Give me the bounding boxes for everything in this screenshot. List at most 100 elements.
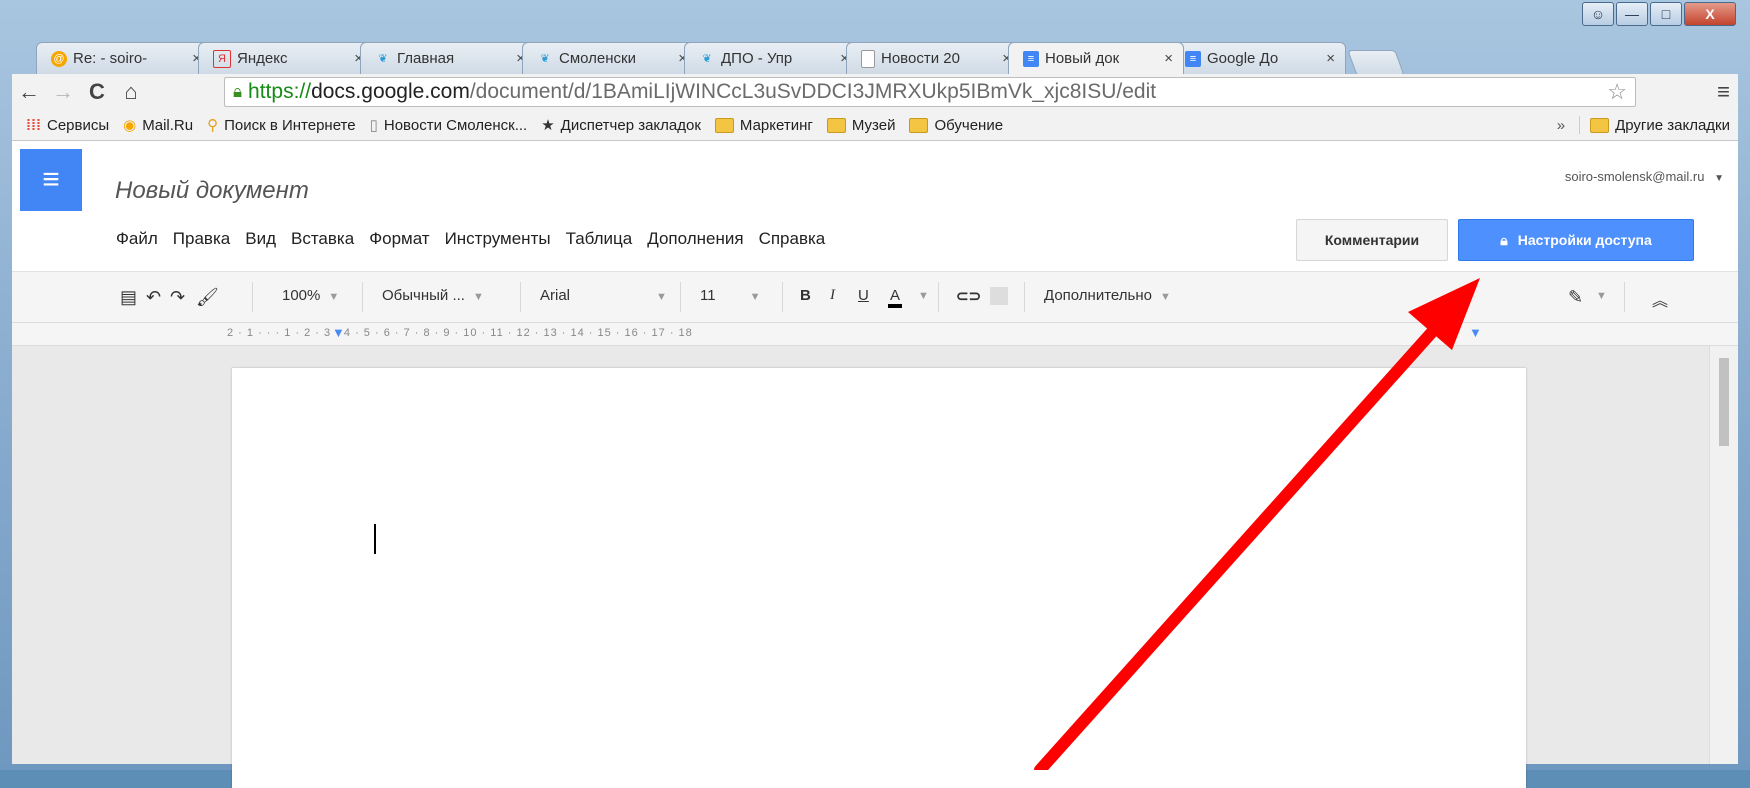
ruler[interactable]: 2 · 1 · · · 1 · 2 · 3 · 4 · 5 · 6 · 7 · … [12, 323, 1738, 346]
collapse-icon[interactable]: ︽ [1652, 287, 1668, 311]
bookmark-label: Другие закладки [1615, 116, 1730, 134]
lock-icon: 🔒︎ [233, 82, 243, 101]
format-toolbar: ▤ ↶ ↷ 🖌︎ 100% ▼ Обычный ... ▼ Arial ▼ 11 ▼ B… [12, 272, 1738, 323]
tab-label: Re: - soiro- [73, 50, 148, 67]
print-icon[interactable]: ▤ [120, 287, 137, 308]
account-switcher[interactable]: soiro-smolensk@mail.ru ▼ [1565, 169, 1724, 184]
bookmarks-right: » Другие закладки [1557, 116, 1730, 134]
apps-icon: ⁞⁞⁞ [26, 116, 41, 134]
site-icon: ❦ [540, 53, 550, 65]
docs-menu-bar: Файл Правка Вид Вставка Формат Инструмен… [116, 229, 840, 249]
folder-icon [714, 117, 734, 133]
more-bookmarks-button[interactable]: » [1557, 117, 1565, 134]
browser-toolbar: ← → C ⌂ 🔒︎ https://docs.google.com/docum… [12, 74, 1738, 110]
more-select[interactable]: Дополнительно ▼ [1044, 287, 1171, 304]
url-scheme: https:// [248, 80, 312, 103]
scrollbar[interactable] [1709, 346, 1738, 764]
comments-button[interactable]: Комментарии [1296, 219, 1448, 261]
text-cursor [374, 524, 376, 554]
bookmark-search[interactable]: ⚲ Поиск в Интернете [207, 116, 356, 135]
mail-ru-icon: @ [51, 50, 67, 67]
divider [782, 282, 783, 312]
new-tab-button[interactable] [1347, 50, 1405, 76]
redo-icon[interactable]: ↷ [170, 287, 185, 308]
share-button[interactable]: 🔒︎ Настройки доступа [1458, 219, 1694, 261]
bold-button[interactable]: B [800, 287, 811, 304]
scrollbar-thumb[interactable] [1719, 358, 1729, 446]
zoom-select[interactable]: 100% ▼ [282, 287, 339, 304]
font-select[interactable]: Arial ▼ [540, 287, 667, 304]
document-title[interactable]: Новый документ [115, 177, 309, 205]
reload-icon[interactable]: C [80, 79, 114, 105]
menu-help[interactable]: Справка [759, 229, 826, 249]
link-icon[interactable]: ⊂⊃ [956, 287, 981, 305]
undo-icon[interactable]: ↶ [146, 287, 161, 308]
tab-label: Смоленски [559, 50, 636, 67]
tab-main[interactable]: ❦ Главная × [360, 42, 536, 74]
bookmark-label: Музей [851, 116, 896, 134]
folder-icon [909, 117, 929, 133]
bookmark-museum[interactable]: Музей [826, 116, 896, 134]
home-icon[interactable]: ⌂ [114, 79, 148, 105]
bookmark-news[interactable]: ▯ Новости Смоленск... [370, 116, 528, 135]
italic-button[interactable]: I [830, 287, 835, 304]
close-button[interactable]: X [1684, 2, 1736, 26]
divider [520, 282, 521, 312]
tab-google-docs[interactable]: ≡ Google До × [1170, 42, 1346, 74]
tab-yandex[interactable]: Я Яндекс × [198, 42, 374, 74]
docs-home-icon[interactable]: ≡ [20, 149, 82, 211]
bookmark-mailru[interactable]: ◉ Mail.Ru [123, 116, 193, 135]
underline-button[interactable]: U [858, 287, 869, 304]
close-tab-icon[interactable]: × [1164, 50, 1173, 67]
forward-icon[interactable]: → [46, 79, 80, 105]
paint-format-icon[interactable]: 🖌︎ [196, 287, 219, 308]
tab-mail[interactable]: @ Re: - soiro- × [36, 42, 212, 74]
tab-new-document[interactable]: ≡ Новый док × [1008, 42, 1184, 74]
menu-table[interactable]: Таблица [566, 229, 633, 249]
bookmark-manager[interactable]: ★ Диспетчер закладок [541, 116, 701, 135]
text-color-button[interactable]: A [888, 287, 903, 308]
bookmark-star-icon[interactable]: ☆ [1607, 79, 1627, 105]
chrome-menu-icon[interactable]: ≡ [1717, 79, 1730, 105]
tab-news[interactable]: Новости 20 × [846, 42, 1022, 74]
font-size-value: 11 [700, 287, 716, 304]
bookmark-services[interactable]: ⁞⁞⁞ Сервисы [26, 117, 109, 134]
menu-insert[interactable]: Вставка [291, 229, 354, 249]
close-tab-icon[interactable]: × [1326, 50, 1335, 67]
site-icon: ❦ [378, 53, 388, 65]
bookmark-marketing[interactable]: Маркетинг [714, 116, 813, 134]
dropdown-icon: ▼ [328, 291, 340, 303]
menu-view[interactable]: Вид [245, 229, 276, 249]
menu-addons[interactable]: Дополнения [647, 229, 743, 249]
pencil-icon[interactable]: ✎ [1568, 287, 1583, 308]
chevron-down-icon[interactable]: ▼ [918, 290, 929, 302]
bookmarks-bar: ⁞⁞⁞ Сервисы ◉ Mail.Ru ⚲ Поиск в Интернет… [12, 110, 1738, 141]
indent-marker-icon[interactable]: ▼ [1469, 325, 1482, 340]
document-page[interactable] [232, 368, 1526, 788]
menu-file[interactable]: Файл [116, 229, 158, 249]
tab-dpo[interactable]: ❦ ДПО - Упр × [684, 42, 860, 74]
divider [1024, 282, 1025, 312]
menu-tools[interactable]: Инструменты [445, 229, 551, 249]
bookmark-education[interactable]: Обучение [909, 117, 1003, 134]
bookmark-other[interactable]: Другие закладки [1590, 117, 1730, 134]
chevron-down-icon[interactable]: ▼ [1596, 290, 1607, 302]
menu-format[interactable]: Формат [369, 229, 429, 249]
bookmark-label: Маркетинг [739, 116, 813, 134]
maximize-button[interactable]: □ [1650, 2, 1682, 26]
search-icon: ⚲ [207, 117, 219, 134]
tab-smolensk[interactable]: ❦ Смоленски × [522, 42, 698, 74]
folder-icon [826, 117, 846, 133]
star-icon: ★ [541, 117, 555, 134]
indent-marker-icon[interactable]: ▼ [332, 325, 345, 340]
style-select[interactable]: Обычный ... ▼ [382, 287, 484, 304]
font-size-select[interactable]: 11 ▼ [700, 287, 760, 304]
comment-icon[interactable] [990, 287, 1008, 305]
address-bar[interactable]: 🔒︎ https://docs.google.com/document/d/1B… [224, 77, 1636, 107]
user-icon[interactable]: ☺ [1582, 2, 1614, 26]
back-icon[interactable]: ← [12, 79, 46, 105]
minimize-button[interactable]: — [1616, 2, 1648, 26]
menu-edit[interactable]: Правка [173, 229, 230, 249]
document-canvas [12, 346, 1738, 788]
docs-icon: ≡ [1023, 50, 1039, 67]
